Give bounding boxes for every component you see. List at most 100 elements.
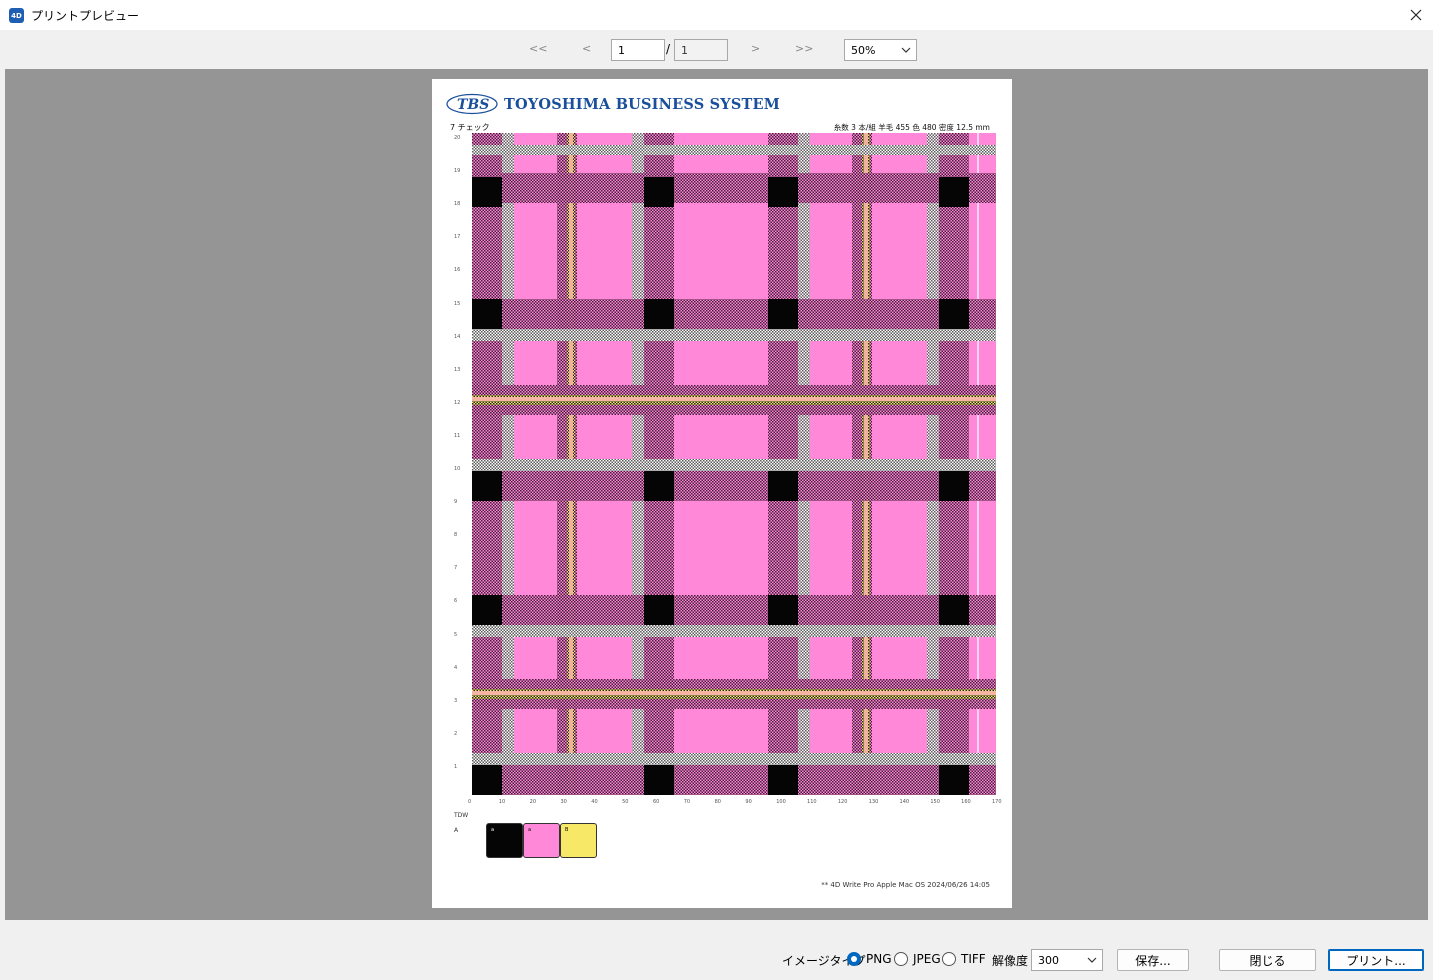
title-bar: 4D プリントプレビュー: [0, 0, 1433, 30]
next-page-button[interactable]: >: [751, 42, 760, 55]
plaid-weft-stripe: [472, 397, 996, 401]
plaid-crossing: [472, 471, 502, 501]
x-tick-label: 160: [961, 799, 971, 805]
y-tick-label: 2: [454, 730, 458, 737]
x-tick-label: 170: [992, 799, 1002, 805]
palette-title: TDW: [454, 812, 469, 819]
tbs-logo: TBS: [446, 93, 498, 115]
color-swatch-yellow: B: [560, 823, 597, 858]
y-tick-label: 4: [454, 664, 458, 671]
color-swatch-black: a: [486, 823, 523, 858]
window-title: プリントプレビュー: [31, 9, 140, 23]
x-tick-label: 70: [683, 799, 691, 805]
preview-area[interactable]: TBS TOYOSHIMA BUSINESS SYSTEM 7 チェック 糸数 …: [5, 69, 1428, 920]
print-page: TBS TOYOSHIMA BUSINESS SYSTEM 7 チェック 糸数 …: [432, 79, 1012, 908]
plaid-crossing: [939, 177, 969, 207]
plaid-weft-stripe: [472, 145, 996, 155]
x-tick-label: 80: [714, 799, 721, 805]
y-tick-label: 16: [454, 267, 461, 274]
x-tick-label: 90: [745, 799, 752, 805]
y-tick-label: 20: [454, 135, 461, 141]
x-tick-label: 140: [899, 799, 910, 805]
png-radio[interactable]: [847, 952, 861, 966]
x-tick-label: 60: [652, 799, 660, 805]
x-tick-label: 0: [468, 799, 472, 805]
plaid-weft-stripe: [472, 471, 996, 501]
y-tick-label: 13: [454, 366, 461, 373]
x-tick-label: 150: [930, 799, 940, 805]
plaid-crossing: [768, 765, 798, 795]
tiff-label[interactable]: TIFF: [961, 952, 986, 966]
x-tick-label: 40: [591, 799, 598, 805]
y-tick-label: 9: [454, 499, 458, 506]
pattern-name: 7 チェック: [450, 123, 490, 132]
total-pages-field: 1: [674, 39, 728, 61]
y-tick-label: 8: [454, 532, 458, 539]
plaid-weft-stripe: [472, 299, 996, 329]
company-name: TOYOSHIMA BUSINESS SYSTEM: [504, 96, 781, 113]
x-tick-label: 50: [622, 799, 629, 805]
plaid-crossing: [768, 177, 798, 207]
y-tick-label: 1: [454, 763, 458, 770]
close-window-button[interactable]: [1399, 0, 1433, 30]
plaid-weft-stripe: [472, 459, 996, 471]
plaid-weft-stripe: [472, 765, 996, 795]
plaid-crossing: [472, 765, 502, 795]
y-tick-label: 17: [454, 234, 461, 241]
y-tick-label: 5: [454, 631, 458, 638]
y-tick-label: 6: [454, 598, 458, 605]
swatch-label: B: [565, 827, 569, 833]
plaid-crossing: [939, 765, 969, 795]
current-page-input[interactable]: 1: [611, 39, 665, 61]
plaid-crossing: [472, 177, 502, 207]
last-page-button[interactable]: >>: [795, 42, 813, 55]
save-button[interactable]: 保存...: [1117, 949, 1189, 971]
y-axis: 20 19 18 17 16 15 14 13 12 11 10 9 8 7 6 5 4 3 2 1: [454, 133, 472, 795]
plaid-weft-stripe: [472, 173, 996, 203]
plaid-weft-stripe: [472, 753, 996, 765]
plaid-crossing: [644, 765, 674, 795]
logo-text: TBS: [457, 97, 489, 113]
plaid-crossing: [644, 177, 674, 207]
tiff-radio[interactable]: [942, 952, 956, 966]
swatch-label: a: [491, 827, 495, 833]
plaid-crossing: [472, 595, 502, 625]
page-footer: ** 4D Write Pro Apple Mac OS 2024/06/26 …: [821, 881, 990, 889]
jpeg-label[interactable]: JPEG: [913, 952, 941, 966]
swatch-label: a: [528, 827, 532, 833]
plaid-crossing: [644, 471, 674, 501]
plaid-crossing: [768, 595, 798, 625]
y-tick-label: 15: [454, 300, 461, 307]
x-tick-label: 120: [837, 799, 848, 805]
y-tick-label: 10: [454, 466, 461, 472]
jpeg-radio[interactable]: [894, 952, 908, 966]
print-button[interactable]: プリント...: [1328, 949, 1424, 971]
plaid-weft-stripe: [472, 329, 996, 341]
y-tick-label: 7: [454, 565, 458, 572]
x-tick-label: 110: [807, 799, 817, 805]
resolution-select[interactable]: 300: [1031, 949, 1103, 971]
zoom-select[interactable]: 50%: [844, 39, 917, 61]
plaid-crossing: [768, 299, 798, 329]
plaid-crossing: [939, 471, 969, 501]
png-label[interactable]: PNG: [866, 952, 892, 966]
close-button[interactable]: 閉じる: [1219, 949, 1316, 971]
first-page-button[interactable]: <<: [529, 42, 547, 55]
plaid-crossing: [644, 299, 674, 329]
chevron-down-icon: [901, 47, 911, 53]
y-tick-label: 3: [454, 697, 458, 704]
plaid-weft-stripe: [472, 625, 996, 637]
plaid-crossing: [939, 299, 969, 329]
pattern-spec: 糸数 3 本/組 羊毛 455 色 480 密度 12.5 mm: [833, 123, 990, 132]
app-icon: 4D: [9, 8, 24, 23]
prev-page-button[interactable]: <: [582, 42, 591, 55]
zoom-value: 50%: [851, 44, 876, 57]
plaid-pattern: [472, 133, 996, 795]
y-tick-label: 18: [454, 201, 461, 208]
y-tick-label: 11: [454, 432, 461, 439]
x-axis: 0 10 20 30 40 50 60 70 80 90 100 110 120 130 140 150 160…: [468, 795, 1002, 809]
resolution-label: 解像度: [992, 954, 1029, 968]
y-tick-label: 19: [454, 168, 461, 175]
plaid-crossing: [644, 595, 674, 625]
plaid-weft-stripe: [472, 595, 996, 625]
